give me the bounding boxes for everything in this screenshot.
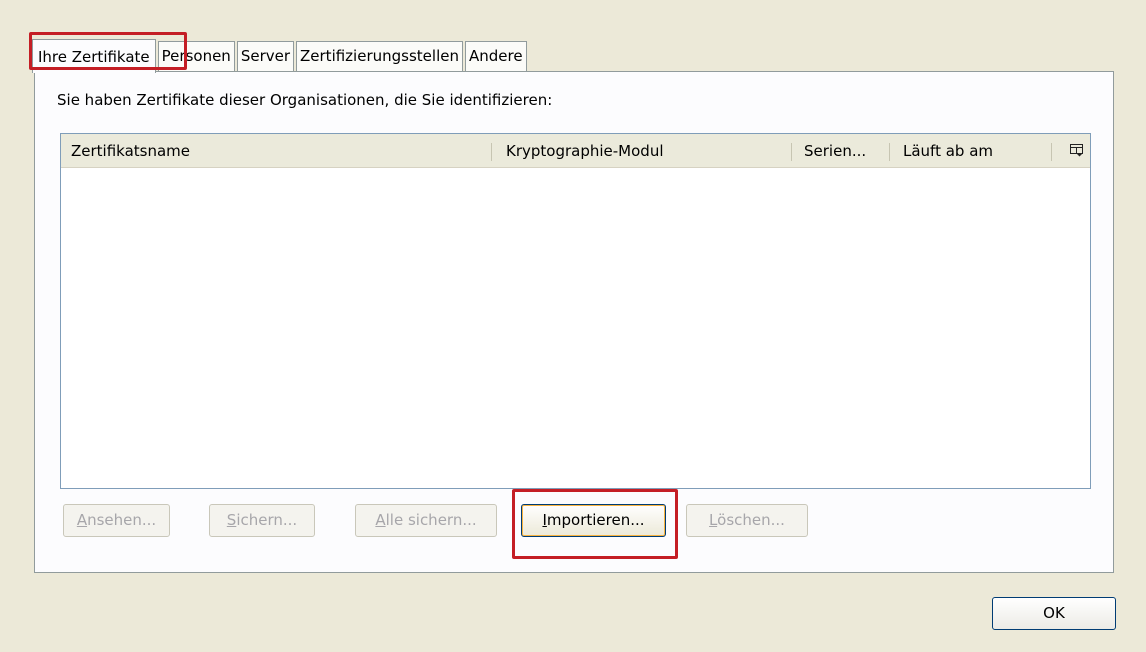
- backup-mnemonic: S: [226, 511, 237, 529]
- column-header-laeuft-ab-am[interactable]: Läuft ab am: [903, 134, 993, 167]
- column-separator[interactable]: [491, 143, 492, 161]
- column-separator[interactable]: [1051, 143, 1052, 161]
- tab-server[interactable]: Server: [236, 41, 295, 72]
- import-label: mportieren...: [546, 511, 645, 529]
- tab-andere[interactable]: Andere: [464, 41, 527, 72]
- column-separator[interactable]: [889, 143, 890, 161]
- backup-all-mnemonic: A: [375, 511, 386, 529]
- tab-strip: Ihre Zertifikate Personen Server Zertifi…: [32, 35, 529, 73]
- ok-button[interactable]: OK: [992, 597, 1116, 630]
- certificate-table[interactable]: Zertifikatsname Kryptographie-Modul Seri…: [60, 133, 1091, 489]
- table-header: Zertifikatsname Kryptographie-Modul Seri…: [61, 134, 1090, 168]
- column-header-kryptographie-modul[interactable]: Kryptographie-Modul: [506, 134, 664, 167]
- delete-label: öschen...: [717, 511, 785, 529]
- backup-all-button[interactable]: Alle sichern...: [355, 504, 497, 537]
- intro-text: Sie haben Zertifikate dieser Organisatio…: [57, 91, 553, 109]
- column-separator[interactable]: [791, 143, 792, 161]
- delete-button[interactable]: Löschen...: [686, 504, 808, 537]
- view-label: nsehen...: [87, 511, 157, 529]
- column-header-zertifikatsname[interactable]: Zertifikatsname: [71, 134, 190, 167]
- tab-zertifizierungsstellen[interactable]: Zertifizierungsstellen: [296, 41, 463, 72]
- column-picker-icon[interactable]: [1070, 144, 1083, 157]
- tab-personen[interactable]: Personen: [157, 41, 235, 72]
- backup-button[interactable]: Sichern...: [209, 504, 315, 537]
- tab-panel: Sie haben Zertifikate dieser Organisatio…: [34, 71, 1114, 573]
- tab-ihre-zertifikate[interactable]: Ihre Zertifikate: [32, 39, 156, 73]
- view-button[interactable]: Ansehen...: [63, 504, 170, 537]
- view-mnemonic: A: [76, 511, 88, 529]
- delete-mnemonic: L: [709, 511, 718, 529]
- backup-label: ichern...: [236, 511, 298, 529]
- column-header-serien[interactable]: Serien...: [804, 134, 866, 167]
- import-button[interactable]: Importieren...: [521, 504, 666, 537]
- backup-all-label: lle sichern...: [385, 511, 477, 529]
